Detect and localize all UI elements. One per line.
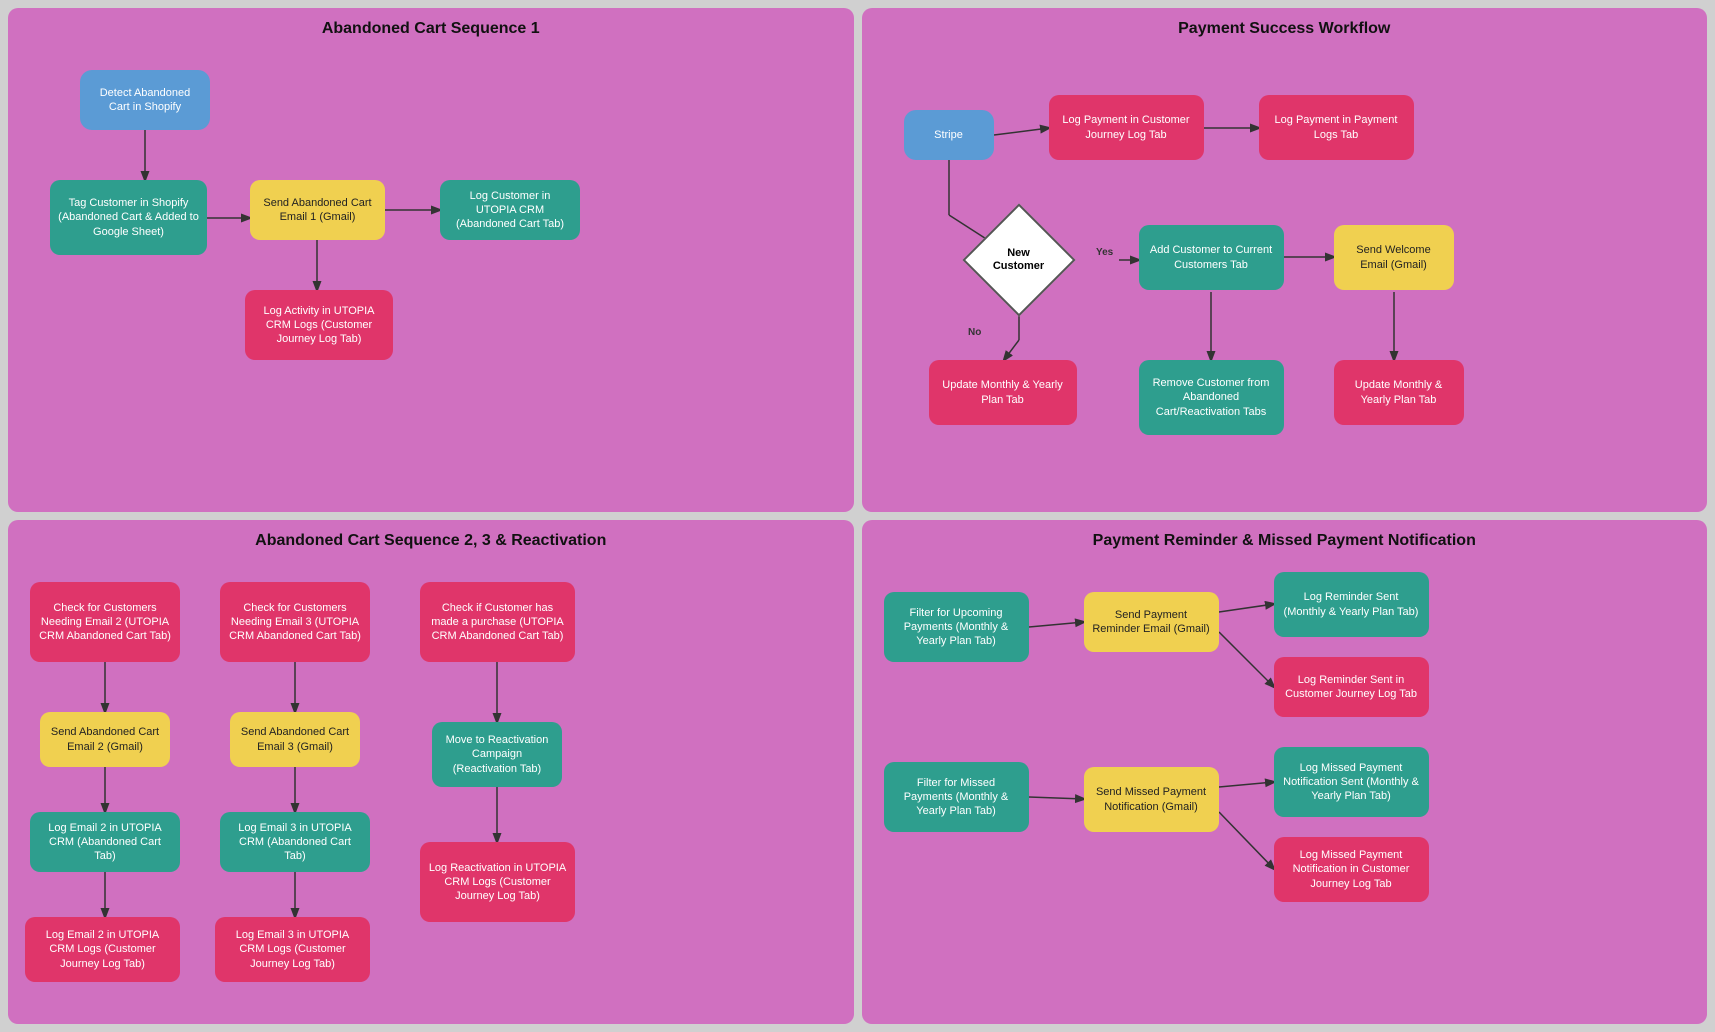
detect-abandoned-cart-node: Detect Abandoned Cart in Shopify (80, 70, 210, 130)
log-email3-crm-node: Log Email 3 in UTOPIA CRM (Abandoned Car… (220, 812, 370, 872)
log-payment-logs-node: Log Payment in Payment Logs Tab (1259, 95, 1414, 160)
log-reminder-sent-node: Log Reminder Sent (Monthly & Yearly Plan… (1274, 572, 1429, 637)
svg-text:No: No (968, 327, 981, 338)
svg-text:Yes: Yes (1096, 247, 1114, 258)
move-reactivation-node: Move to Reactivation Campaign (Reactivat… (432, 722, 562, 787)
quadrant-payment-reminder: Payment Reminder & Missed Payment Notifi… (862, 520, 1708, 1024)
send-welcome-email-node: Send Welcome Email (Gmail) (1334, 225, 1454, 290)
log-payment-cj-node: Log Payment in Customer Journey Log Tab (1049, 95, 1204, 160)
quadrant-abandoned-cart-2-3: Abandoned Cart Sequence 2, 3 & Reactivat… (8, 520, 854, 1024)
log-activity-crm-logs-node: Log Activity in UTOPIA CRM Logs (Custome… (245, 290, 393, 360)
log-reactivation-node: Log Reactivation in UTOPIA CRM Logs (Cus… (420, 842, 575, 922)
add-customer-node: Add Customer to Current Customers Tab (1139, 225, 1284, 290)
check-purchase-node: Check if Customer has made a purchase (U… (420, 582, 575, 662)
log-missed-sent-node: Log Missed Payment Notification Sent (Mo… (1274, 747, 1429, 817)
q2-flow: Yes No Stripe Log Payment in Customer Jo… (874, 50, 1696, 450)
send-reminder-node: Send Payment Reminder Email (Gmail) (1084, 592, 1219, 652)
log-customer-crm-node: Log Customer in UTOPIA CRM (Abandoned Ca… (440, 180, 580, 240)
q3-title: Abandoned Cart Sequence 2, 3 & Reactivat… (20, 532, 842, 550)
send-missed-node: Send Missed Payment Notification (Gmail) (1084, 767, 1219, 832)
remove-customer-node: Remove Customer from Abandoned Cart/Reac… (1139, 360, 1284, 435)
check-email3-node: Check for Customers Needing Email 3 (UTO… (220, 582, 370, 662)
q4-flow: Filter for Upcoming Payments (Monthly & … (874, 562, 1696, 942)
log-email3-logs-node: Log Email 3 in UTOPIA CRM Logs (Customer… (215, 917, 370, 982)
log-email2-crm-node: Log Email 2 in UTOPIA CRM (Abandoned Car… (30, 812, 180, 872)
stripe-node: Stripe (904, 110, 994, 160)
filter-missed-node: Filter for Missed Payments (Monthly & Ye… (884, 762, 1029, 832)
q2-title: Payment Success Workflow (874, 20, 1696, 38)
q1-title: Abandoned Cart Sequence 1 (20, 20, 842, 38)
check-email2-node: Check for Customers Needing Email 2 (UTO… (30, 582, 180, 662)
q1-flow: Detect Abandoned Cart in Shopify Tag Cus… (20, 50, 842, 410)
quadrant-abandoned-cart-1: Abandoned Cart Sequence 1 Detect Abandon… (8, 8, 854, 512)
q4-title: Payment Reminder & Missed Payment Notifi… (874, 532, 1696, 550)
quadrant-payment-success: Payment Success Workflow Yes (862, 8, 1708, 512)
log-missed-cj-node: Log Missed Payment Notification in Custo… (1274, 837, 1429, 902)
update-plan-yes-node: Update Monthly & Yearly Plan Tab (1334, 360, 1464, 425)
log-reminder-cj-node: Log Reminder Sent in Customer Journey Lo… (1274, 657, 1429, 717)
new-customer-diamond: NewCustomer (969, 210, 1069, 310)
update-plan-no-node: Update Monthly & Yearly Plan Tab (929, 360, 1077, 425)
filter-upcoming-node: Filter for Upcoming Payments (Monthly & … (884, 592, 1029, 662)
main-grid: Abandoned Cart Sequence 1 Detect Abandon… (0, 0, 1715, 1032)
send-email3-node: Send Abandoned Cart Email 3 (Gmail) (230, 712, 360, 767)
send-email2-node: Send Abandoned Cart Email 2 (Gmail) (40, 712, 170, 767)
tag-customer-node: Tag Customer in Shopify (Abandoned Cart … (50, 180, 207, 255)
log-email2-logs-node: Log Email 2 in UTOPIA CRM Logs (Customer… (25, 917, 180, 982)
send-abandoned-cart-email1-node: Send Abandoned Cart Email 1 (Gmail) (250, 180, 385, 240)
q3-flow: Check for Customers Needing Email 2 (UTO… (20, 562, 842, 1012)
